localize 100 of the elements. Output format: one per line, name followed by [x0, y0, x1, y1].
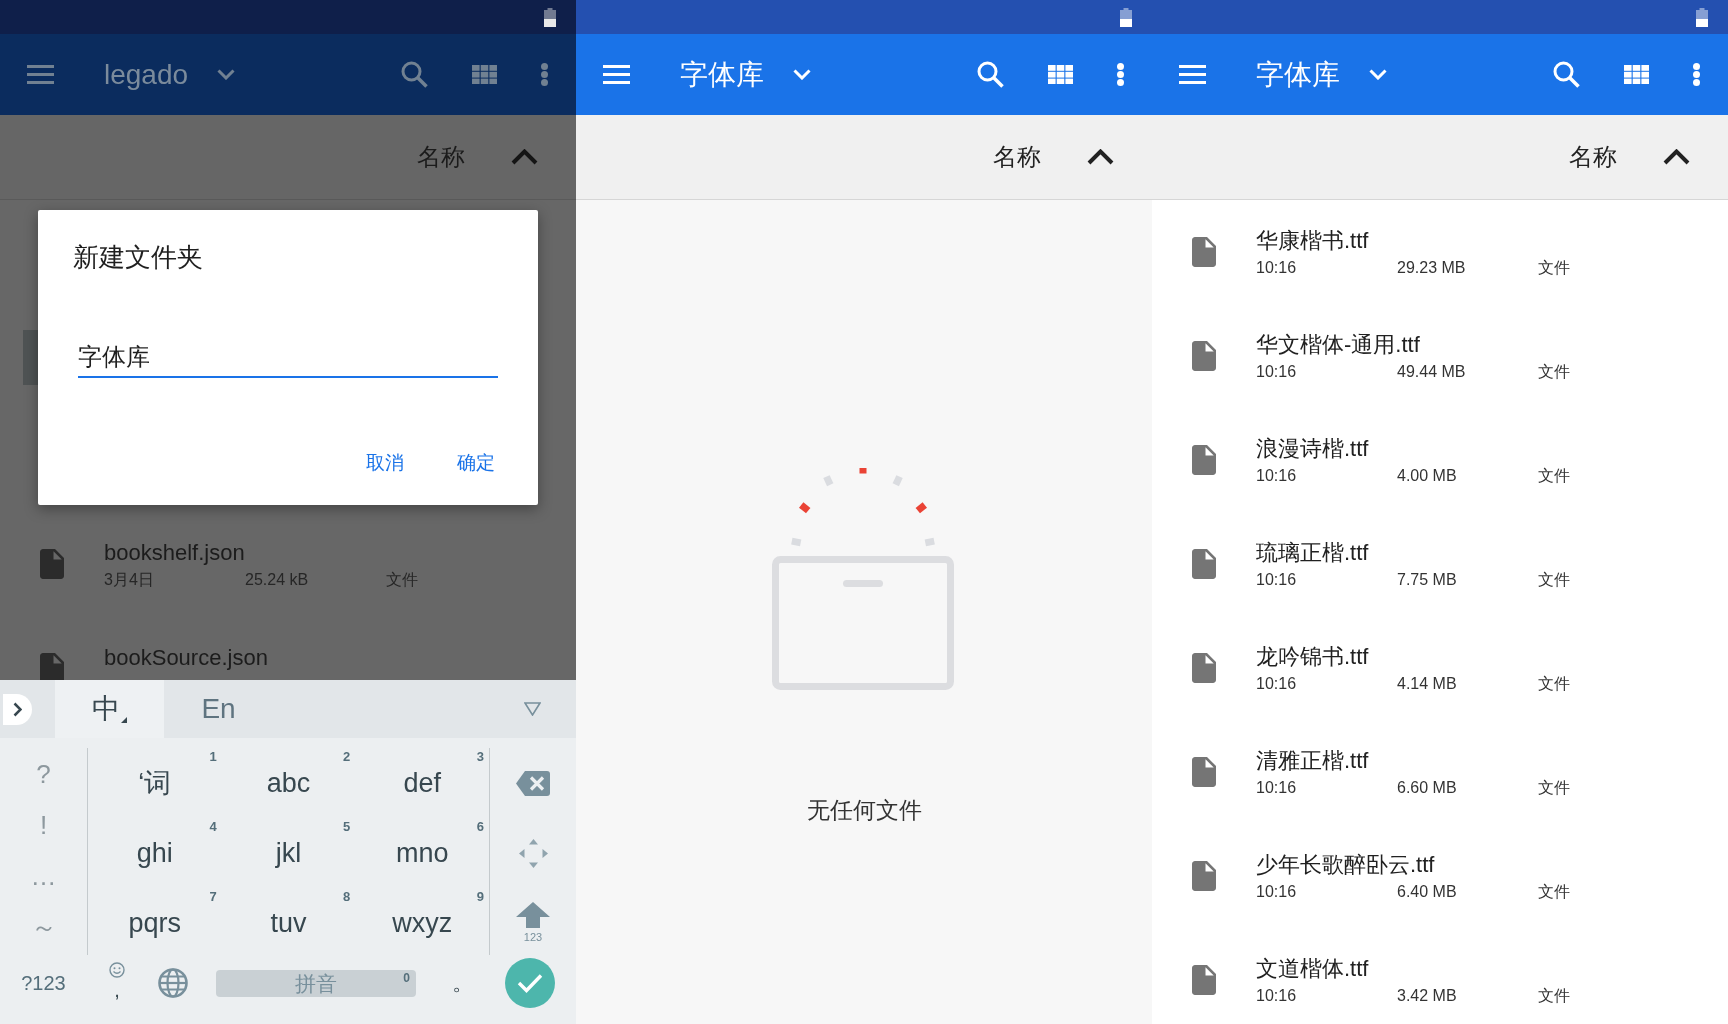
file-name: bookshelf.json — [104, 538, 246, 567]
key-number: 0 — [403, 970, 410, 985]
check-icon — [517, 973, 543, 993]
file-type: 文件 — [1538, 777, 1570, 798]
key-number: 9 — [476, 889, 484, 905]
file-type: 文件 — [1538, 569, 1570, 590]
menu-icon — [1178, 65, 1206, 84]
chevron-down-icon — [1369, 69, 1387, 80]
language-tab[interactable]: En — [164, 680, 273, 738]
modified-time: 10:16 — [1256, 361, 1298, 382]
file-size: 6.40 MB — [1397, 881, 1458, 902]
file-type: 文件 — [386, 569, 418, 590]
file-name: bookSource.json — [104, 644, 268, 672]
file-size: 4.14 MB — [1397, 673, 1458, 694]
file-name: 龙吟锦书.ttf — [1256, 642, 1370, 671]
empty-message: 无任何文件 — [806, 796, 922, 825]
language-tab[interactable]: 中 — [55, 680, 164, 738]
file-size: 7.75 MB — [1397, 569, 1458, 590]
modified-time: 10:16 — [1256, 673, 1298, 694]
search-icon — [1552, 61, 1580, 88]
up-arrow-icon — [516, 902, 550, 928]
more-icon — [1116, 63, 1124, 86]
file-name: 浪漫诗楷.ttf — [1256, 434, 1370, 463]
keypad-key[interactable]: def 3 — [355, 748, 489, 818]
dialog-button[interactable]: 取消 — [358, 445, 412, 481]
file-icon — [40, 549, 64, 579]
file-icon — [40, 653, 64, 680]
smiley-icon — [109, 962, 125, 978]
file-icon — [1192, 965, 1216, 995]
file-icon — [1192, 861, 1216, 891]
file-type: 文件 — [1538, 257, 1570, 278]
modified-time: 10:16 — [1256, 881, 1298, 902]
folder-name-field[interactable]: 字体库 — [78, 343, 498, 378]
dialog-title: 新建文件夹 — [73, 241, 204, 274]
folder-dropdown[interactable]: 字体库 — [680, 56, 811, 93]
file-icon — [1192, 757, 1216, 787]
grid-view-icon — [1047, 64, 1073, 85]
modified-time: 10:16 — [1256, 569, 1298, 590]
key-number: 4 — [209, 819, 217, 835]
keypad-key[interactable]: mno 6 — [355, 818, 489, 888]
file-name: 琉璃正楷.ttf — [1256, 538, 1370, 567]
file-name: 华文楷体-通用.ttf — [1256, 330, 1421, 359]
keypad-key[interactable]: pqrs 7 — [88, 888, 222, 958]
modified-time: 10:16 — [1256, 777, 1298, 798]
file-icon — [1192, 653, 1216, 683]
key-number: 5 — [343, 819, 351, 835]
chevron-down-icon — [217, 69, 235, 80]
corner-triangle-icon — [121, 717, 127, 723]
search-icon — [976, 61, 1004, 88]
file-name: 清雅正楷.ttf — [1256, 746, 1370, 775]
key-number: 2 — [343, 749, 351, 765]
thumbnail-placeholder — [23, 330, 38, 385]
grid-view-icon — [1623, 64, 1649, 85]
modified-time: 10:16 — [1256, 985, 1298, 1006]
chevron-right-icon — [13, 701, 22, 717]
file-type: 文件 — [1538, 881, 1570, 902]
file-size: 49.44 MB — [1397, 361, 1467, 382]
file-size: 25.24 kB — [245, 569, 310, 590]
file-type: 文件 — [1538, 361, 1570, 382]
file-size: 29.23 MB — [1397, 257, 1467, 278]
file-icon — [1192, 445, 1216, 475]
file-icon — [1192, 549, 1216, 579]
menu-icon — [602, 65, 630, 84]
keypad-key[interactable]: ghi 4 — [88, 818, 222, 888]
file-name: 文道楷体.ttf — [1256, 954, 1370, 983]
keypad-key[interactable]: wxyz 9 — [355, 888, 489, 958]
battery-icon — [1696, 7, 1708, 27]
file-size: 4.00 MB — [1397, 465, 1458, 486]
keypad-key[interactable]: ‘词 1 — [88, 748, 222, 818]
symbols-key[interactable]: ?123 — [0, 968, 87, 998]
keypad-key[interactable]: abc 2 — [221, 748, 356, 818]
emoji-comma-key[interactable]: , — [87, 960, 147, 1006]
toolbar-toggle-button[interactable] — [3, 693, 32, 725]
sort-button[interactable]: 名称 — [1569, 141, 1690, 173]
key-number: 7 — [209, 889, 217, 905]
grid-view-icon — [471, 64, 497, 85]
keypad-key[interactable]: jkl 5 — [221, 818, 356, 888]
key-number: 8 — [343, 889, 351, 905]
triangle-down-icon — [523, 702, 541, 716]
modified-time: 3月4日 — [104, 569, 155, 590]
folder-dropdown[interactable]: 字体库 — [1256, 56, 1387, 93]
modified-time: 10:16 — [1256, 465, 1298, 486]
globe-icon — [158, 968, 188, 998]
four-arrows-icon — [518, 838, 548, 868]
dialog-button[interactable]: 确定 — [449, 445, 503, 481]
file-icon — [1192, 237, 1216, 267]
battery-icon — [544, 7, 556, 27]
more-icon — [540, 63, 548, 86]
more-icon — [1692, 63, 1700, 86]
period-key[interactable]: 。 — [416, 966, 500, 1000]
folder-dropdown[interactable]: legado — [104, 56, 235, 93]
keypad-key[interactable]: tuv 8 — [221, 888, 356, 958]
file-name: 少年长歌醉卧云.ttf — [1256, 850, 1436, 879]
sort-button[interactable]: 名称 — [993, 141, 1114, 173]
file-icon — [1192, 341, 1216, 371]
key-number: 6 — [476, 819, 484, 835]
backspace-icon — [516, 770, 550, 796]
battery-icon — [1120, 7, 1132, 27]
file-type: 文件 — [1538, 465, 1570, 486]
enter-key[interactable] — [505, 958, 555, 1008]
